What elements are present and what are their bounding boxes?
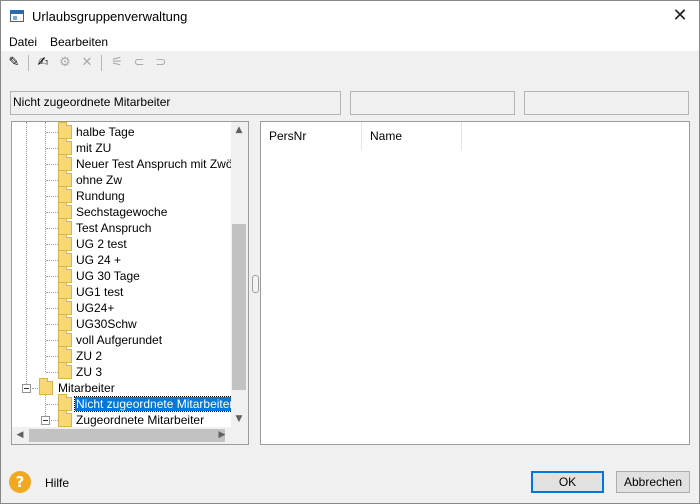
folder-icon <box>39 378 53 395</box>
folder-icon <box>58 314 72 331</box>
splitter-handle[interactable] <box>252 275 259 293</box>
scroll-up-icon[interactable]: ▲ <box>231 122 247 139</box>
tree-node-label: mit ZU <box>76 141 112 155</box>
toolbar-separator <box>101 55 102 71</box>
tree-node-group[interactable]: ZU 2 <box>12 346 234 364</box>
tree-node-group[interactable]: ohne Zw <box>12 170 234 188</box>
tree-node-label: Neuer Test Anspruch mit Zwölftel <box>76 157 249 171</box>
folder-icon <box>58 330 72 347</box>
tree-node-group[interactable]: Rundung <box>12 186 234 204</box>
unlink-icon[interactable]: ⊃ <box>151 54 171 72</box>
folder-icon <box>58 202 72 219</box>
toolbar-separator <box>28 55 29 71</box>
help-icon[interactable]: ? <box>9 471 31 493</box>
folder-icon <box>58 266 72 283</box>
tree-node-group[interactable]: UG24+ <box>12 298 234 316</box>
scroll-down-icon[interactable]: ▼ <box>231 411 247 428</box>
tree-node-group[interactable]: UG1 test <box>12 282 234 300</box>
folder-icon <box>58 394 72 411</box>
status-tertiary <box>524 91 689 115</box>
folder-icon <box>58 362 72 379</box>
cancel-button[interactable]: Abbrechen <box>616 471 690 493</box>
folder-icon <box>58 234 72 251</box>
scroll-right-icon[interactable]: ▶ <box>214 427 230 444</box>
status-secondary <box>350 91 515 115</box>
tree-node-label: Test Anspruch <box>76 221 152 235</box>
menu-bearbeiten[interactable]: Bearbeiten <box>50 35 108 49</box>
employee-list[interactable]: PersNr Name <box>260 121 690 445</box>
folder-icon <box>58 170 72 187</box>
tree-node-label: voll Aufgerundet <box>76 333 163 347</box>
tree-node-label: UG1 test <box>76 285 124 299</box>
delete-icon[interactable]: ✕ <box>77 54 97 72</box>
folder-icon <box>58 410 72 427</box>
tree-node-label: ZU 3 <box>76 365 103 379</box>
tool-wand-icon[interactable]: ✎ <box>4 54 24 72</box>
menu-datei[interactable]: Datei <box>9 35 37 49</box>
tree-node-assigned[interactable]: Zugeordnete Mitarbeiter <box>12 410 234 428</box>
title-bar: Urlaubsgruppenverwaltung ✕ <box>1 1 699 32</box>
scrollbar-corner <box>231 427 248 444</box>
window-title: Urlaubsgruppenverwaltung <box>32 9 188 24</box>
tree-node-label: ohne Zw <box>76 173 123 187</box>
tree-node-group[interactable]: UG 30 Tage <box>12 266 234 284</box>
folder-icon <box>58 154 72 171</box>
tree-node-group[interactable]: UG30Schw <box>12 314 234 332</box>
folder-icon <box>58 186 72 203</box>
scroll-left-icon[interactable]: ◀ <box>12 427 28 444</box>
tree-node-label: Nicht zugeordnete Mitarbeiter <box>73 396 236 412</box>
link-icon[interactable]: ⊂ <box>129 54 149 72</box>
collapse-icon[interactable] <box>22 384 31 393</box>
tree-node-label: ZU 2 <box>76 349 103 363</box>
edit-user-icon[interactable]: ✍ <box>33 54 53 72</box>
tree-node-label: UG30Schw <box>76 317 137 331</box>
tree-node-group[interactable]: mit ZU <box>12 138 234 156</box>
tree-node-label: Rundung <box>76 189 125 203</box>
tree-node-group[interactable]: UG 24 + <box>12 250 234 268</box>
ok-button[interactable]: OK <box>531 471 604 493</box>
properties-icon[interactable]: ⚙ <box>55 54 75 72</box>
tree-node-mitarbeiter[interactable]: Mitarbeiter <box>12 378 234 396</box>
tree-node-label: UG 24 + <box>76 253 122 267</box>
tree-node-label: UG24+ <box>76 301 115 315</box>
folder-icon <box>58 298 72 315</box>
tree-node-group[interactable]: Test Anspruch <box>12 218 234 236</box>
folder-icon <box>58 138 72 155</box>
tree-node-unassigned[interactable]: Nicht zugeordnete Mitarbeiter <box>12 394 236 412</box>
tree-node-group[interactable]: halbe Tage <box>12 122 234 140</box>
help-label[interactable]: Hilfe <box>45 476 69 490</box>
scroll-thumb[interactable] <box>232 224 246 390</box>
tree-node-label: halbe Tage <box>76 125 135 139</box>
folder-icon <box>58 250 72 267</box>
folder-icon <box>58 346 72 363</box>
collapse-icon[interactable] <box>41 416 50 425</box>
folder-icon <box>58 282 72 299</box>
status-primary: Nicht zugeordnete Mitarbeiter <box>10 91 341 115</box>
tree-horizontal-scrollbar[interactable]: ◀ ▶ <box>12 427 248 444</box>
menu-bar: Datei Bearbeiten <box>1 32 699 51</box>
close-icon[interactable]: ✕ <box>669 5 691 27</box>
dialog-window: Urlaubsgruppenverwaltung ✕ Datei Bearbei… <box>0 0 700 504</box>
folder-icon <box>58 122 72 139</box>
folder-icon <box>58 218 72 235</box>
tree-vertical-scrollbar[interactable]: ▲ ▼ <box>231 122 248 428</box>
assign-icon[interactable]: ⚟ <box>107 54 127 72</box>
tree-node-group[interactable]: Neuer Test Anspruch mit Zwölftel <box>12 154 248 172</box>
tree-node-label: Zugeordnete Mitarbeiter <box>76 413 205 427</box>
scroll-thumb[interactable] <box>29 429 225 442</box>
toolbar: ✎ ✍ ⚙ ✕ ⚟ ⊂ ⊃ <box>1 51 699 75</box>
column-header-name[interactable]: Name <box>362 122 462 150</box>
tree-node-label: Mitarbeiter <box>58 381 115 395</box>
tree-node-label: UG 30 Tage <box>76 269 140 283</box>
tree-node-group[interactable]: voll Aufgerundet <box>12 330 234 348</box>
group-tree[interactable]: halbe Tage mit ZU Neuer Test Anspruch mit … <box>11 121 249 445</box>
tree-node-label: UG 2 test <box>76 237 127 251</box>
tree-node-group[interactable]: UG 2 test <box>12 234 234 252</box>
column-header-persnr[interactable]: PersNr <box>261 122 362 150</box>
tree-node-label: Sechstagewoche <box>76 205 168 219</box>
app-window-icon <box>10 10 24 22</box>
tree-node-group[interactable]: Sechstagewoche <box>12 202 234 220</box>
